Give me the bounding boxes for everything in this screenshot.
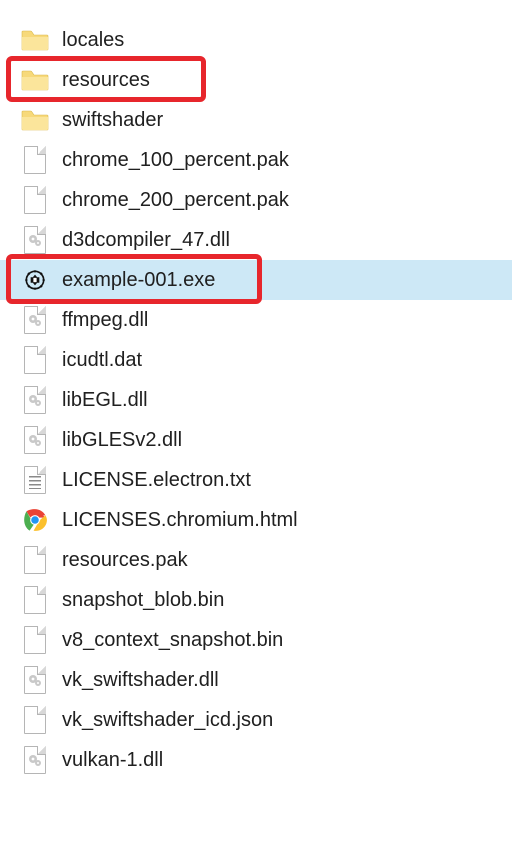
file-name-label: snapshot_blob.bin [62,589,224,612]
file-row[interactable]: chrome_100_percent.pak [0,140,512,180]
file-list: locales resources swiftshader chrome_100_pe… [0,0,512,780]
file-row[interactable]: snapshot_blob.bin [0,580,512,620]
file-icon [20,345,50,375]
file-icon [20,185,50,215]
file-name-label: vk_swiftshader.dll [62,669,219,692]
file-icon [20,145,50,175]
file-row[interactable]: d3dcompiler_47.dll [0,220,512,260]
file-name-label: chrome_100_percent.pak [62,149,289,172]
file-row[interactable]: vk_swiftshader_icd.json [0,700,512,740]
folder-icon [20,65,50,95]
file-icon [20,545,50,575]
file-row[interactable]: libGLESv2.dll [0,420,512,460]
file-name-label: resources.pak [62,549,188,572]
file-row[interactable]: ffmpeg.dll [0,300,512,340]
file-row[interactable]: locales [0,20,512,60]
folder-icon [20,25,50,55]
dll-gear-file-icon [20,425,50,455]
file-row[interactable]: LICENSE.electron.txt [0,460,512,500]
file-name-label: example-001.exe [62,269,215,292]
file-name-label: libEGL.dll [62,389,148,412]
exe-app-icon [20,265,50,295]
file-name-label: ffmpeg.dll [62,309,148,332]
folder-icon [20,105,50,135]
dll-gear-file-icon [20,385,50,415]
file-name-label: locales [62,29,124,52]
file-name-label: vulkan-1.dll [62,749,163,772]
file-row[interactable]: example-001.exe [0,260,512,300]
file-name-label: libGLESv2.dll [62,429,182,452]
dll-gear-file-icon [20,225,50,255]
file-row[interactable]: chrome_200_percent.pak [0,180,512,220]
file-row[interactable]: v8_context_snapshot.bin [0,620,512,660]
file-name-label: vk_swiftshader_icd.json [62,709,273,732]
file-name-label: LICENSES.chromium.html [62,509,298,532]
chrome-icon [20,505,50,535]
file-name-label: LICENSE.electron.txt [62,469,251,492]
file-row[interactable]: resources.pak [0,540,512,580]
file-name-label: swiftshader [62,109,163,132]
file-row[interactable]: vk_swiftshader.dll [0,660,512,700]
file-row[interactable]: libEGL.dll [0,380,512,420]
file-name-label: resources [62,69,150,92]
file-name-label: v8_context_snapshot.bin [62,629,283,652]
dll-gear-file-icon [20,665,50,695]
dll-gear-file-icon [20,305,50,335]
file-row[interactable]: resources [0,60,512,100]
text-file-icon [20,465,50,495]
file-name-label: chrome_200_percent.pak [62,189,289,212]
file-name-label: icudtl.dat [62,349,142,372]
file-icon [20,625,50,655]
file-icon [20,585,50,615]
file-icon [20,705,50,735]
dll-gear-file-icon [20,745,50,775]
file-row[interactable]: swiftshader [0,100,512,140]
file-row[interactable]: vulkan-1.dll [0,740,512,780]
file-name-label: d3dcompiler_47.dll [62,229,230,252]
file-row[interactable]: icudtl.dat [0,340,512,380]
file-row[interactable]: LICENSES.chromium.html [0,500,512,540]
